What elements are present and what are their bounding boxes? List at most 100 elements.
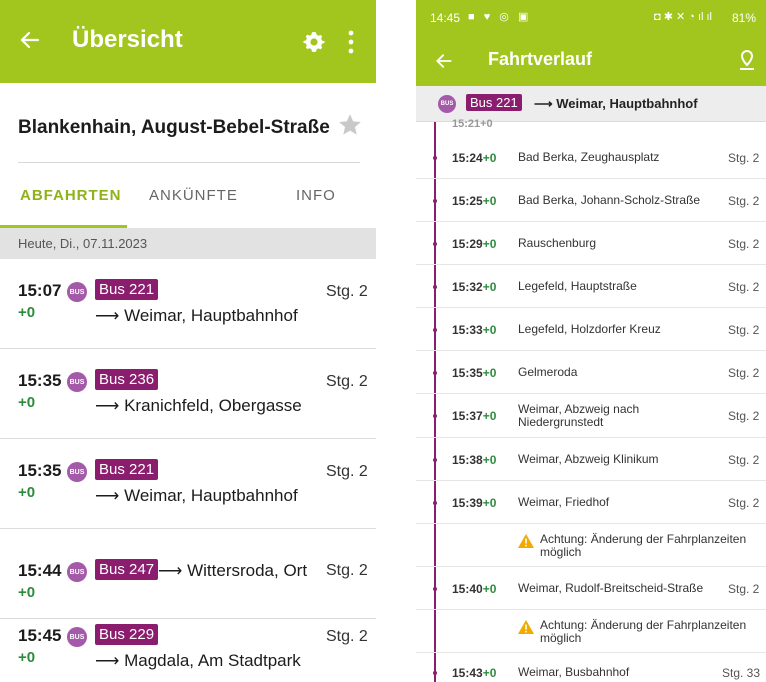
departure-row[interactable]: 15:45 +0 BUS Bus 229 ⟶ Magdala, Am Stadt… [0,604,376,682]
stop-platform: Stg. 2 [728,366,760,380]
departure-platform: Stg. 2 [326,562,368,579]
departure-platform: Stg. 2 [326,283,368,300]
stop-time: 15:38+0 [452,453,497,467]
battery-level: 81% [732,11,757,25]
stop-row[interactable]: 15:25+0 Bad Berka, Johann-Scholz-Straße … [416,179,766,222]
stop-time: 15:25+0 [452,194,497,208]
stop-time: 15:29+0 [452,237,497,251]
stop-dot [433,501,437,505]
date-label: Heute, Di., 07.11.2023 [18,236,148,251]
stop-row[interactable]: 15:33+0 Legefeld, Holzdorfer Kreuz Stg. … [416,308,766,351]
notification-icons: ■ ♥ ◎ ▣ [468,11,532,23]
departure-destination: ⟶ Weimar, Hauptbahnhof [95,306,298,325]
tab-arrivals[interactable]: ANKÜNFTE [149,187,238,204]
stop-platform: Stg. 2 [728,194,760,208]
departure-delay: +0 [18,394,36,411]
departure-delay: +0 [18,649,36,666]
departure-platform: Stg. 2 [326,463,368,480]
bus-icon: BUS [67,372,87,392]
stop-row[interactable]: 15:32+0 Legefeld, Hauptstraße Stg. 2 [416,265,766,308]
departure-row[interactable]: 15:35 +0 BUS Bus 221 ⟶ Weimar, Hauptbahn… [0,439,376,529]
tab-bar: ABFAHRTEN ANKÜNFTE INFO [0,165,376,228]
departure-row[interactable]: 15:35 +0 BUS Bus 236 ⟶ Kranichfeld, Ober… [0,349,376,439]
stop-name: Bad Berka, Johann-Scholz-Straße [518,193,701,207]
stop-platform: Stg. 2 [728,151,760,165]
warning-text: Achtung: Änderung der Fahrplanzeiten mög… [540,532,747,559]
line-badge: Bus 221 [95,459,159,480]
departure-time: 15:44 [18,561,62,580]
warning-text: Achtung: Änderung der Fahrplanzeiten mög… [540,618,747,645]
departure-time: 15:45 [18,626,62,645]
stop-time: 15:33+0 [452,323,497,337]
warning-row: Achtung: Änderung der Fahrplanzeiten mög… [416,610,766,653]
bus-icon: BUS [67,282,87,302]
stop-row[interactable]: 15:35+0 Gelmeroda Stg. 2 [416,351,766,394]
departure-time: 15:07 [18,281,62,300]
stop-platform: Stg. 33 [722,666,761,680]
warning-icon [518,534,534,548]
departure-row[interactable]: 15:07 +0 BUS Bus 221 ⟶ Weimar, Hauptbahn… [0,259,376,349]
more-vert-icon[interactable] [348,30,354,54]
stop-row[interactable]: 15:24+0 Bad Berka, Zeughausplatz Stg. 2 [416,136,766,179]
tab-info[interactable]: INFO [296,187,336,204]
trip-screen: 14:45 ■ ♥ ◎ ▣ ◘ ✱ ✕ ◔ ıl ıl 81% Fahrtver… [416,0,766,682]
departure-destination: ⟶ Kranichfeld, Obergasse [95,396,302,415]
stop-platform: Stg. 2 [728,409,760,423]
stop-name: Weimar, Abzweig nach Niedergrunstedt [518,402,640,429]
stop-name: Gelmeroda [518,365,578,379]
stop-name: Rauschenburg [518,236,597,250]
stop-time: 15:35+0 [452,366,497,380]
bus-icon: BUS [67,562,87,582]
departure-destination: ⟶ Wittersroda, Ort [158,561,308,580]
stop-dot [433,414,437,418]
app-bar: Fahrtverlauf [416,36,766,86]
stop-name: Weimar, Friedhof [518,495,610,509]
stop-dot [433,587,437,591]
stop-row[interactable]: 15:37+0 Weimar, Abzweig nach Niedergruns… [416,394,766,438]
stop-name: Weimar, Rudolf-Breitscheid-Straße [518,581,704,595]
stop-dot [433,156,437,160]
status-clock: 14:45 [430,11,461,25]
tab-departures[interactable]: ABFAHRTEN [20,187,122,204]
departure-delay: +0 [18,484,36,501]
stop-name: Blankenhain, August-Bebel-Straße [18,117,330,138]
stop-name: Legefeld, Hauptstraße [518,279,637,293]
departures-screen: Übersicht Blankenhain, August-Bebel-Stra… [0,0,376,682]
departure-time: 15:35 [18,371,62,390]
gear-icon[interactable] [302,30,326,54]
line-badge: Bus 247 [95,559,159,580]
stop-header: Blankenhain, August-Bebel-Straße [0,100,376,160]
warning-row: Achtung: Änderung der Fahrplanzeiten mög… [416,524,766,567]
trip-direction: ⟶ Weimar, Hauptbahnhof [534,96,698,111]
divider [18,162,360,163]
stop-dot [433,328,437,332]
stop-row[interactable]: 15:29+0 Rauschenburg Stg. 2 [416,222,766,265]
stop-name: Weimar, Busbahnhof [518,665,630,679]
bus-icon: BUS [67,627,87,647]
page-title: Übersicht [72,26,183,53]
departure-delay: +0 [18,304,36,321]
stop-row[interactable]: 15:39+0 Weimar, Friedhof Stg. 2 [416,481,766,524]
partial-stop-row: 15:21+0 [452,118,493,130]
stop-dot [433,242,437,246]
departure-delay: +0 [18,584,36,601]
stop-time: 15:39+0 [452,496,497,510]
stop-platform: Stg. 2 [728,496,760,510]
back-arrow-icon[interactable] [18,27,42,53]
stop-platform: Stg. 2 [728,323,760,337]
stop-time: 15:37+0 [452,409,497,423]
map-pin-icon[interactable] [738,49,756,71]
departure-time: 15:35 [18,461,62,480]
departure-platform: Stg. 2 [326,373,368,390]
stop-name: Bad Berka, Zeughausplatz [518,150,660,164]
stop-time: 15:43+0 [452,666,497,680]
stop-time: 15:40+0 [452,582,497,596]
stop-row[interactable]: 15:43+0 Weimar, Busbahnhof Stg. 33 [416,653,766,682]
line-badge: Bus 221 [95,279,159,300]
star-icon[interactable] [337,112,363,138]
bus-icon: BUS [67,462,87,482]
stop-name: Legefeld, Holzdorfer Kreuz [518,322,661,336]
back-arrow-icon[interactable] [434,51,454,71]
stop-row[interactable]: 15:38+0 Weimar, Abzweig Klinikum Stg. 2 [416,438,766,481]
stop-row[interactable]: 15:40+0 Weimar, Rudolf-Breitscheid-Straß… [416,567,766,610]
